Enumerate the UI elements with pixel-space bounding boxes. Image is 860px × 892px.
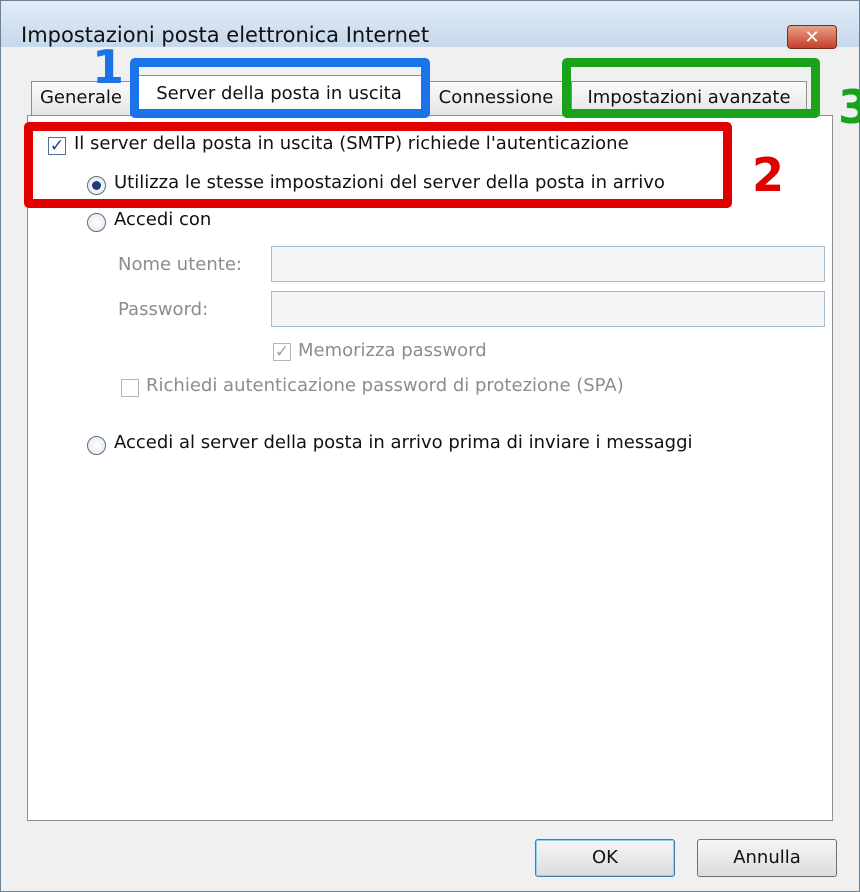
login-incoming-first-radio[interactable] <box>87 436 106 455</box>
close-button[interactable]: ✕ <box>787 25 837 49</box>
cancel-button[interactable]: Annulla <box>697 839 837 877</box>
use-same-settings-label: Utilizza le stesse impostazioni del serv… <box>114 172 665 193</box>
login-incoming-first-label: Accedi al server della posta in arrivo p… <box>114 432 693 453</box>
smtp-auth-label: Il server della posta in uscita (SMTP) r… <box>74 133 629 154</box>
window-title: Impostazioni posta elettronica Internet <box>21 23 430 47</box>
ok-label: OK <box>592 847 618 868</box>
tab-content-panel: ✓ Il server della posta in uscita (SMTP)… <box>27 115 833 821</box>
spa-checkbox[interactable] <box>121 379 139 397</box>
title-bar: Impostazioni posta elettronica Internet … <box>1 1 859 49</box>
smtp-auth-checkbox[interactable]: ✓ <box>48 137 66 155</box>
use-same-settings-radio[interactable] <box>87 176 106 195</box>
password-field[interactable] <box>271 291 825 327</box>
annotation-number-1: 1 <box>92 40 125 94</box>
spa-label: Richiedi autenticazione password di prot… <box>146 375 624 396</box>
close-icon: ✕ <box>804 27 820 48</box>
cancel-label: Annulla <box>733 847 801 868</box>
radio-selected-dot <box>92 181 101 190</box>
checkmark-icon: ✓ <box>274 342 290 362</box>
username-field[interactable] <box>271 246 825 282</box>
login-with-label: Accedi con <box>114 209 212 230</box>
username-label: Nome utente: <box>118 254 242 275</box>
tab-connessione[interactable]: Connessione <box>427 81 565 115</box>
checkmark-icon: ✓ <box>49 136 65 156</box>
tab-label: Server della posta in uscita <box>156 83 402 104</box>
annotation-number-2: 2 <box>752 148 785 202</box>
remember-password-checkbox[interactable]: ✓ <box>273 343 291 361</box>
tab-label: Connessione <box>438 87 554 108</box>
tab-outgoing-server[interactable]: Server della posta in uscita <box>136 75 422 115</box>
tab-advanced-settings[interactable]: Impostazioni avanzate <box>571 81 807 115</box>
annotation-number-3: 3 <box>838 80 860 134</box>
ok-button[interactable]: OK <box>535 839 675 877</box>
tab-label: Impostazioni avanzate <box>587 87 791 108</box>
password-label: Password: <box>118 299 209 320</box>
dialog-window: Impostazioni posta elettronica Internet … <box>0 0 860 892</box>
remember-password-label: Memorizza password <box>298 340 487 361</box>
login-with-radio[interactable] <box>87 213 106 232</box>
